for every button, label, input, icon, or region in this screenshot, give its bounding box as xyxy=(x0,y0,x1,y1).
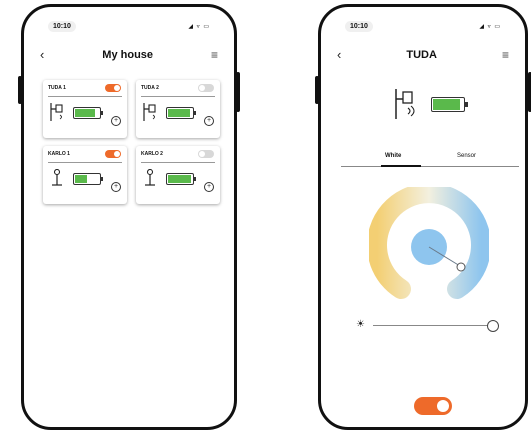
battery-fill xyxy=(168,109,190,117)
nav-bar: ‹ TUDA ≡ xyxy=(337,47,509,63)
battery-indicator xyxy=(73,173,103,185)
phone-my-house: 10:10 ◢ ▿ ▭ ‹ My house ≡ TUDA 1 + TUDA 2 xyxy=(21,4,237,430)
device-power-toggle[interactable] xyxy=(198,84,214,92)
device-card-tuda-1[interactable]: TUDA 1 + xyxy=(43,80,127,138)
tab-white[interactable]: White xyxy=(385,153,401,159)
device-card-tuda-2[interactable]: TUDA 2 + xyxy=(136,80,220,138)
back-icon[interactable]: ‹ xyxy=(40,47,44,63)
page-title: TUDA xyxy=(406,49,437,61)
device-name: KARLO 1 xyxy=(48,151,70,157)
wall-lamp-icon xyxy=(143,103,156,121)
status-icons: ◢ ▿ ▭ xyxy=(188,23,210,30)
device-power-toggle[interactable] xyxy=(198,150,214,158)
status-bar: 10:10 ◢ ▿ ▭ xyxy=(48,19,210,33)
battery-indicator xyxy=(166,173,196,185)
device-power-toggle[interactable] xyxy=(105,150,121,158)
battery-fill xyxy=(75,109,96,117)
device-card-karlo-1[interactable]: KARLO 1 + xyxy=(43,146,127,204)
status-time: 10:10 xyxy=(345,20,373,32)
brightness-slider-track[interactable] xyxy=(373,325,489,326)
battery-fill xyxy=(168,175,191,183)
battery-indicator xyxy=(166,107,196,119)
battery-indicator xyxy=(73,107,103,119)
back-icon[interactable]: ‹ xyxy=(337,47,341,63)
status-time: 10:10 xyxy=(48,20,76,32)
menu-icon[interactable]: ≡ xyxy=(211,48,218,62)
device-name: TUDA 1 xyxy=(48,85,66,91)
divider xyxy=(141,162,215,163)
nav-bar: ‹ My house ≡ xyxy=(40,47,218,63)
status-icons: ◢ ▿ ▭ xyxy=(479,23,501,30)
add-icon[interactable]: + xyxy=(111,182,121,192)
color-temperature-dial[interactable] xyxy=(369,187,489,307)
floor-lamp-icon xyxy=(52,169,62,186)
wall-lamp-signal-icon xyxy=(395,89,415,119)
divider xyxy=(48,96,122,97)
page-title: My house xyxy=(102,49,154,61)
add-icon[interactable]: + xyxy=(111,116,121,126)
tab-active-indicator xyxy=(381,165,421,167)
device-name: TUDA 2 xyxy=(141,85,159,91)
add-icon[interactable]: + xyxy=(204,182,214,192)
floor-lamp-icon xyxy=(145,169,155,186)
menu-icon[interactable]: ≡ xyxy=(502,48,509,62)
power-toggle[interactable] xyxy=(414,397,452,415)
mode-tabs: White Sensor xyxy=(341,153,519,167)
divider xyxy=(141,96,215,97)
battery-fill xyxy=(75,175,87,183)
wall-lamp-icon xyxy=(50,103,63,121)
device-card-karlo-2[interactable]: KARLO 2 + xyxy=(136,146,220,204)
tab-sensor[interactable]: Sensor xyxy=(457,153,476,159)
brightness-icon: ☀ xyxy=(356,319,365,330)
battery-fill xyxy=(433,99,460,110)
brightness-slider-handle[interactable] xyxy=(487,320,499,332)
add-icon[interactable]: + xyxy=(204,116,214,126)
phone-device-detail: 10:10 ◢ ▿ ▭ ‹ TUDA ≡ White Sensor ☀ xyxy=(318,4,528,430)
device-power-toggle[interactable] xyxy=(105,84,121,92)
status-bar: 10:10 ◢ ▿ ▭ xyxy=(345,19,501,33)
device-name: KARLO 2 xyxy=(141,151,163,157)
tab-divider xyxy=(341,166,519,167)
divider xyxy=(48,162,122,163)
battery-indicator xyxy=(431,97,468,112)
